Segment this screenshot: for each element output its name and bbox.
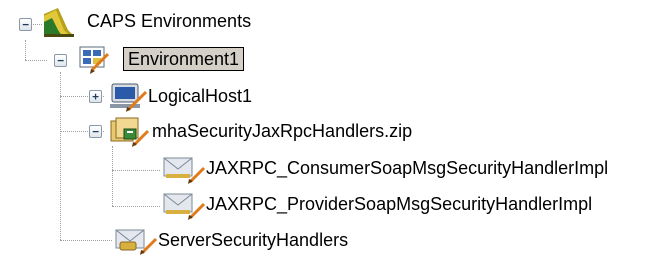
expand-toggle-logical-host[interactable]: + bbox=[89, 90, 102, 103]
tree-item-environment1[interactable]: Environment1 bbox=[78, 42, 278, 76]
tree-item-logicalhost1[interactable]: LogicalHost1 bbox=[108, 80, 308, 112]
tree-item-server-security-handlers[interactable]: ServerSecurityHandlers bbox=[114, 224, 414, 255]
collapse-toggle-root[interactable]: − bbox=[19, 18, 32, 31]
tree-connector bbox=[60, 72, 61, 240]
tree-connector bbox=[25, 60, 47, 61]
tree-item-provider-handler[interactable]: JAXRPC_ProviderSoapMsgSecurityHandlerImp… bbox=[162, 188, 662, 220]
tree-connector bbox=[112, 206, 160, 207]
project-tree: − − + − CAPS Environments Environment1 L… bbox=[0, 0, 666, 255]
tree-item-label: mhaSecurityJaxRpcHandlers.zip bbox=[152, 121, 413, 141]
envelope-icon bbox=[115, 229, 158, 255]
archive-icon bbox=[110, 117, 150, 147]
tree-item-zip-archive[interactable]: mhaSecurityJaxRpcHandlers.zip bbox=[108, 115, 488, 147]
tree-item-label: Environment1 bbox=[122, 47, 245, 71]
collapse-toggle-environment[interactable]: − bbox=[54, 54, 67, 67]
envelope-icon bbox=[163, 193, 206, 220]
tree-item-caps-environments[interactable]: CAPS Environments bbox=[42, 6, 292, 38]
envelope-icon bbox=[163, 157, 206, 184]
tree-connector bbox=[112, 146, 113, 206]
tree-item-label: CAPS Environments bbox=[87, 11, 252, 31]
tree-connector bbox=[60, 240, 112, 241]
tree-item-label: JAXRPC_ProviderSoapMsgSecurityHandlerImp… bbox=[206, 194, 593, 214]
tree-item-label: ServerSecurityHandlers bbox=[158, 230, 349, 250]
tree-item-consumer-handler[interactable]: JAXRPC_ConsumerSoapMsgSecurityHandlerImp… bbox=[162, 152, 662, 184]
tree-connector bbox=[25, 40, 26, 60]
caps-root-icon bbox=[44, 8, 74, 37]
environment-icon bbox=[79, 46, 110, 74]
tree-connector bbox=[112, 170, 160, 171]
logical-host-icon bbox=[110, 83, 148, 112]
tree-item-label: LogicalHost1 bbox=[148, 86, 253, 106]
tree-item-label: JAXRPC_ConsumerSoapMsgSecurityHandlerImp… bbox=[206, 158, 609, 178]
collapse-toggle-zip[interactable]: − bbox=[89, 125, 102, 138]
